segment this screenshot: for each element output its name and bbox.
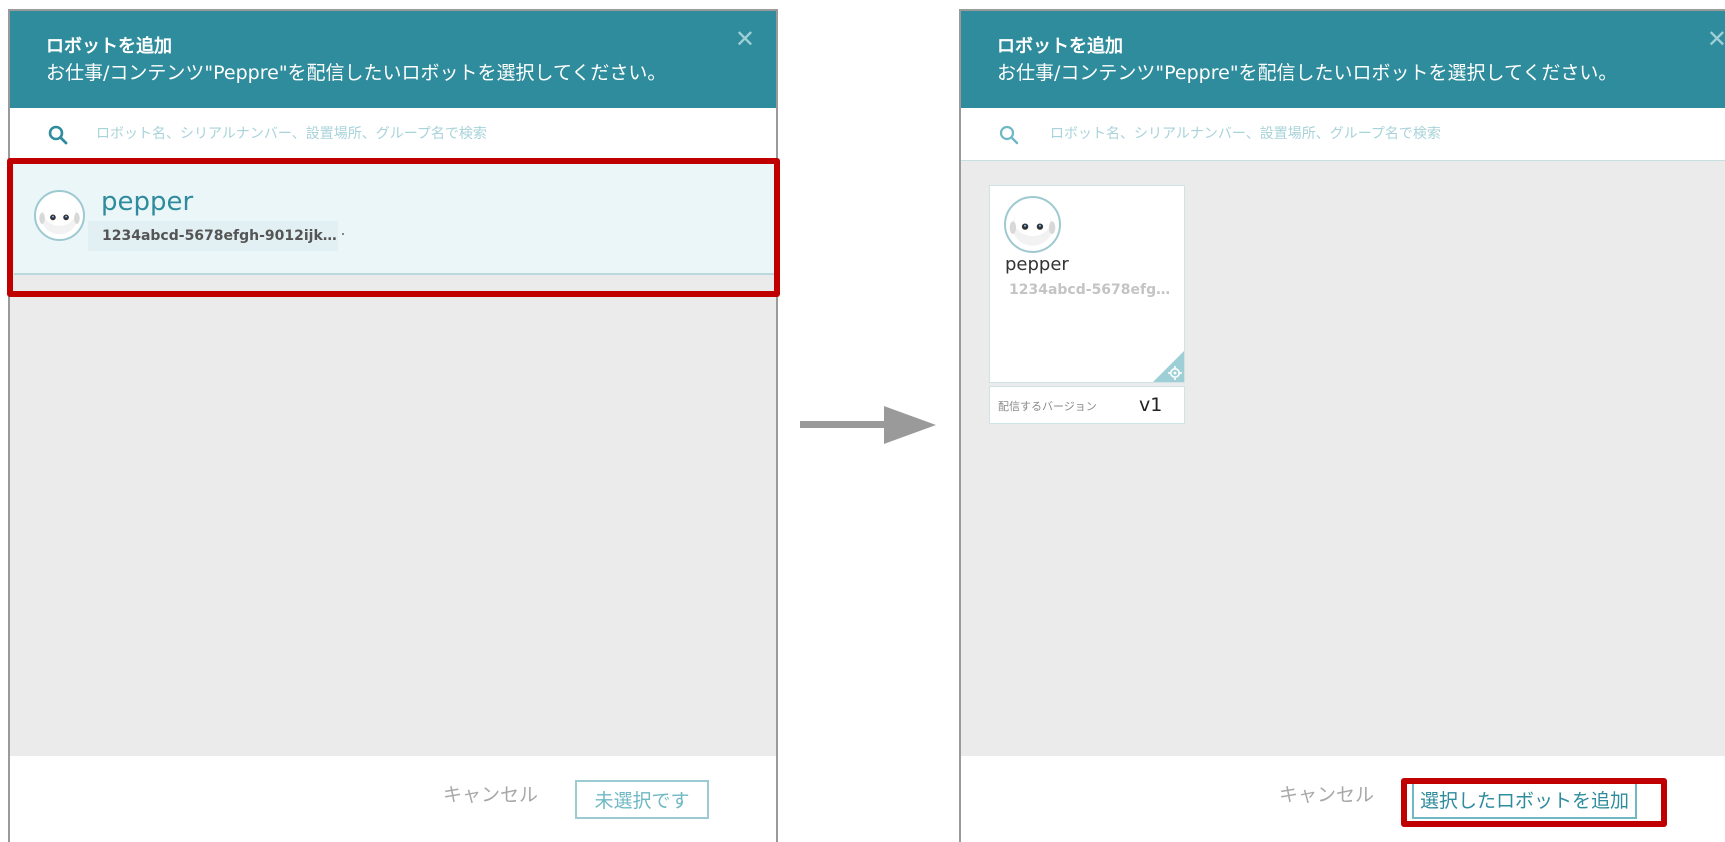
- dialog-header: ロボットを追加 お仕事/コンテンツ"Peppre"を配信したいロボットを選択して…: [961, 11, 1725, 108]
- version-label: 配信するバージョン: [998, 400, 1097, 413]
- robot-serial: 1234abcd-5678efgh-9012ijk…: [88, 221, 338, 251]
- version-select[interactable]: 配信するバージョン v1: [989, 386, 1185, 424]
- robot-name: pepper: [101, 187, 194, 217]
- robot-list: pepper 1234abcd-5678efgh-9012ijk…: [10, 161, 776, 756]
- search-input[interactable]: [96, 120, 696, 148]
- add-robot-dialog-before: ロボットを追加 お仕事/コンテンツ"Peppre"を配信したいロボットを選択して…: [8, 9, 778, 842]
- add-robot-dialog-after: ロボットを追加 お仕事/コンテンツ"Peppre"を配信したいロボットを選択して…: [959, 9, 1725, 842]
- pepper-robot-avatar: [34, 190, 85, 241]
- dialog-subtitle: お仕事/コンテンツ"Peppre"を配信したいロボットを選択してください。: [46, 62, 667, 84]
- dialog-title: ロボットを追加: [46, 36, 172, 57]
- pepper-robot-avatar: [1004, 196, 1061, 253]
- separator-dot: [342, 233, 344, 235]
- cancel-button[interactable]: キャンセル: [1279, 780, 1374, 807]
- robot-name: pepper: [1005, 254, 1069, 275]
- robot-grid: pepper 1234abcd-5678efg… 配信するバージョン v1: [961, 161, 1725, 756]
- dialog-footer: キャンセル 選択したロボットを追加: [961, 756, 1725, 842]
- search-icon: [48, 125, 68, 145]
- version-value: v1: [1139, 394, 1163, 416]
- right-arrow-icon: [800, 406, 936, 444]
- add-selected-robot-button[interactable]: 選択したロボットを追加: [1412, 780, 1637, 819]
- dialog-subtitle: お仕事/コンテンツ"Peppre"を配信したいロボットを選択してください。: [997, 62, 1618, 84]
- close-icon[interactable]: ✕: [1707, 27, 1725, 51]
- robot-card[interactable]: pepper 1234abcd-5678efg…: [989, 185, 1185, 383]
- robot-list-item[interactable]: pepper 1234abcd-5678efgh-9012ijk…: [14, 163, 774, 275]
- cancel-button[interactable]: キャンセル: [443, 780, 538, 807]
- robot-serial: 1234abcd-5678efg…: [1009, 282, 1171, 298]
- dialog-header: ロボットを追加 お仕事/コンテンツ"Peppre"を配信したいロボットを選択して…: [10, 11, 776, 108]
- not-selected-button[interactable]: 未選択です: [575, 780, 709, 819]
- search-icon: [999, 125, 1019, 145]
- dialog-title: ロボットを追加: [997, 36, 1123, 57]
- search-input[interactable]: [1050, 120, 1650, 148]
- search-bar: [10, 108, 776, 161]
- search-bar: [961, 108, 1725, 161]
- gear-icon[interactable]: [1153, 351, 1184, 382]
- dialog-footer: キャンセル 未選択です: [10, 756, 776, 842]
- close-icon[interactable]: ✕: [735, 27, 755, 51]
